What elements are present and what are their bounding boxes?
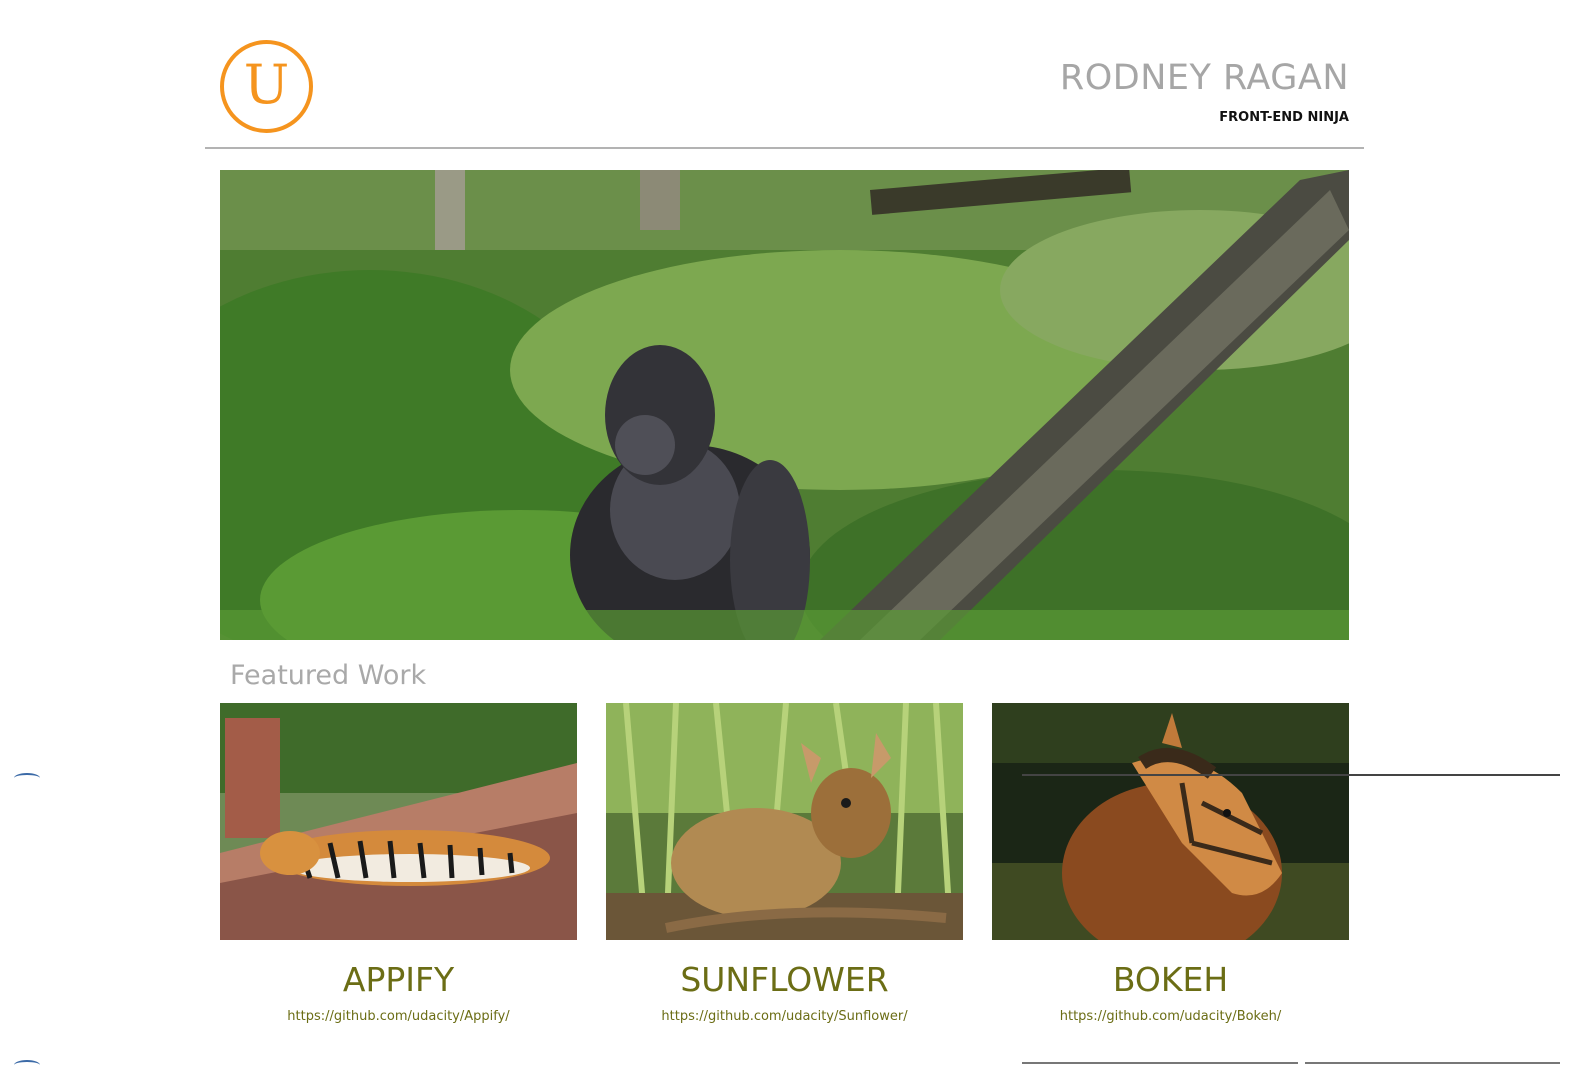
- project-link-appify[interactable]: https://github.com/udacity/Appify/: [220, 1009, 577, 1024]
- project-card-appify: APPIFY https://github.com/udacity/Appify…: [220, 703, 577, 1024]
- project-card-bokeh: BOKEH https://github.com/udacity/Bokeh/: [992, 703, 1349, 1024]
- logo-letter: U: [243, 52, 290, 116]
- project-thumbnail-horse[interactable]: [992, 703, 1349, 940]
- horse-image: [992, 703, 1349, 940]
- featured-work-heading: Featured Work: [230, 660, 427, 691]
- overlay-line: [1022, 774, 1560, 776]
- header-divider: [205, 147, 1364, 149]
- project-card-sunflower: SUNFLOWER https://github.com/udacity/Sun…: [606, 703, 963, 1024]
- project-link-bokeh[interactable]: https://github.com/udacity/Bokeh/: [992, 1009, 1349, 1024]
- overlay-line-bottom-1: [1022, 1062, 1298, 1064]
- project-title-sunflower: SUNFLOWER: [680, 960, 889, 999]
- edge-artifact-left-top: [14, 773, 40, 783]
- hero-gorilla-illustration: [220, 170, 1349, 640]
- udacity-logo[interactable]: U: [220, 40, 313, 133]
- project-title-appify: APPIFY: [342, 960, 455, 999]
- deer-image: [606, 703, 963, 940]
- project-thumbnail-tiger[interactable]: [220, 703, 577, 940]
- project-title-bokeh: BOKEH: [1112, 960, 1229, 999]
- hero-image: [220, 170, 1349, 640]
- site-owner-name: RODNEY RAGAN: [1059, 58, 1349, 98]
- site-tagline: FRONT-END NINJA: [1219, 110, 1349, 125]
- overlay-line-bottom-2: [1305, 1062, 1560, 1064]
- tiger-image: [220, 703, 577, 940]
- project-link-sunflower[interactable]: https://github.com/udacity/Sunflower/: [606, 1009, 963, 1024]
- edge-artifact-left-bottom: [14, 1060, 40, 1070]
- project-thumbnail-deer[interactable]: [606, 703, 963, 940]
